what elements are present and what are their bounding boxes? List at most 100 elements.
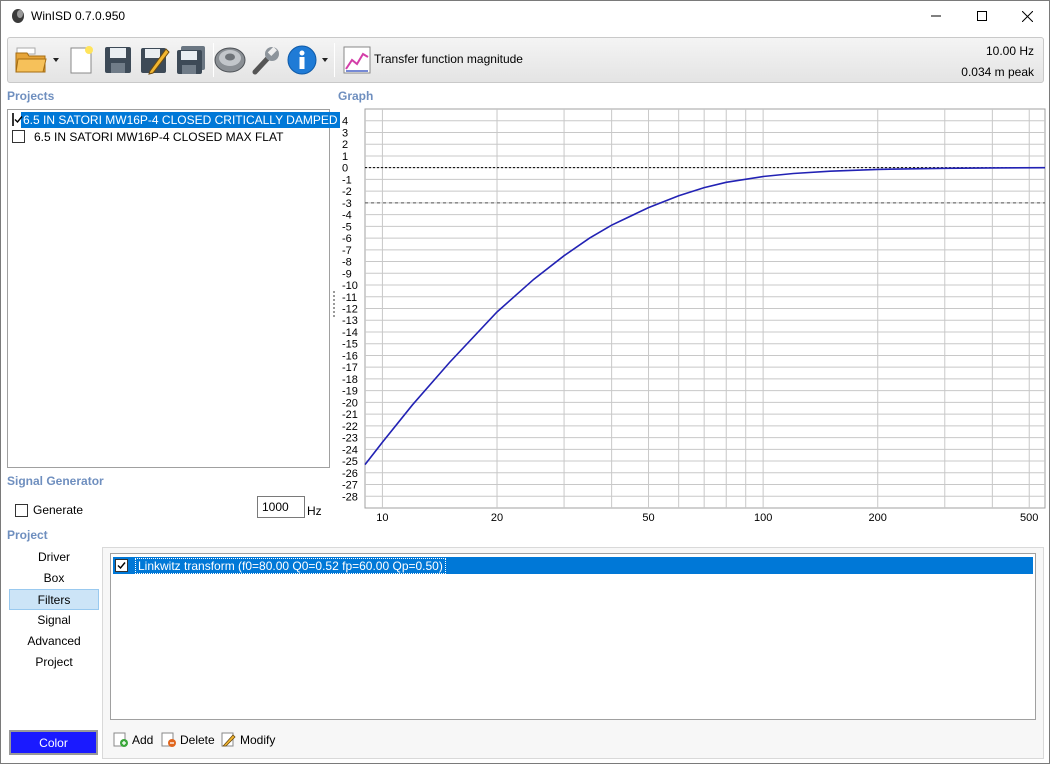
- nav-project[interactable]: Project: [9, 652, 99, 673]
- y-tick-label: -25: [342, 456, 358, 468]
- y-tick-label: -8: [342, 257, 352, 269]
- transfer-function-chart[interactable]: 43210-1-2-3-4-5-6-7-8-9-10-11-12-13-14-1…: [334, 101, 1046, 531]
- maximize-icon: [977, 11, 987, 21]
- x-tick-label: 100: [754, 512, 772, 524]
- driver-button[interactable]: [212, 42, 248, 78]
- x-tick-label: 200: [869, 512, 887, 524]
- y-tick-label: -19: [342, 386, 358, 398]
- graph-icon: [343, 46, 371, 74]
- graph-type-label[interactable]: Transfer function magnitude: [374, 52, 523, 66]
- checkmark-icon: [117, 562, 126, 570]
- y-tick-label: -16: [342, 350, 358, 362]
- save-button[interactable]: [100, 42, 136, 78]
- y-tick-label: 2: [342, 139, 348, 151]
- y-tick-label: -18: [342, 374, 358, 386]
- project-name: 6.5 IN SATORI MW16P-4 CLOSED MAX FLAT: [34, 129, 284, 144]
- project-checkbox[interactable]: [12, 130, 25, 143]
- delete-button[interactable]: Delete: [161, 732, 215, 747]
- y-tick-label: -13: [342, 315, 358, 327]
- y-tick-label: -21: [342, 409, 358, 421]
- driver-icon: [214, 47, 246, 73]
- nav-box[interactable]: Box: [9, 568, 99, 589]
- project-item[interactable]: 6.5 IN SATORI MW16P-4 CLOSED MAX FLAT: [10, 128, 328, 145]
- projects-list[interactable]: 6.5 IN SATORI MW16P-4 CLOSED CRITICALLY …: [7, 109, 341, 468]
- filter-checkbox[interactable]: [115, 559, 128, 572]
- generate-checkbox-row[interactable]: Generate: [15, 503, 83, 517]
- y-tick-label: -22: [342, 421, 358, 433]
- cursor-value: 0.034 m peak: [961, 65, 1034, 79]
- signal-generator-label: Signal Generator: [7, 474, 104, 488]
- filters-list[interactable]: Linkwitz transform (f0=80.00 Q0=0.52 fp=…: [110, 553, 1036, 720]
- close-button[interactable]: [1004, 1, 1050, 31]
- y-tick-label: -15: [342, 339, 358, 351]
- minimize-icon: [931, 15, 941, 17]
- save-all-button[interactable]: [174, 42, 210, 78]
- project-item[interactable]: 6.5 IN SATORI MW16P-4 CLOSED CRITICALLY …: [10, 110, 341, 129]
- modify-icon: [221, 732, 236, 747]
- close-icon: [1021, 10, 1033, 22]
- info-icon: [287, 45, 317, 75]
- project-nav: Driver Box Filters Signal Advanced Proje…: [9, 547, 99, 673]
- y-tick-label: -12: [342, 304, 358, 316]
- delete-icon: [161, 732, 176, 747]
- new-button[interactable]: [63, 42, 99, 78]
- y-tick-label: -20: [342, 397, 358, 409]
- color-button[interactable]: Color: [9, 730, 98, 755]
- edit-save-icon: [141, 48, 170, 75]
- open-button[interactable]: [13, 42, 49, 78]
- wrench-button[interactable]: [248, 42, 284, 78]
- frequency-unit: Hz: [307, 504, 322, 518]
- info-dropdown-icon[interactable]: [321, 56, 329, 64]
- add-button[interactable]: Add: [113, 732, 153, 747]
- y-tick-label: -26: [342, 468, 358, 480]
- new-icon: [70, 46, 93, 74]
- y-tick-label: -27: [342, 480, 358, 492]
- modify-label: Modify: [240, 732, 276, 747]
- y-tick-label: -23: [342, 433, 358, 445]
- y-tick-label: -4: [342, 210, 352, 222]
- project-checkbox[interactable]: [12, 113, 23, 126]
- y-tick-label: -5: [342, 221, 352, 233]
- filter-label: Linkwitz transform (f0=80.00 Q0=0.52 fp=…: [135, 557, 446, 574]
- nav-advanced[interactable]: Advanced: [9, 631, 99, 652]
- nav-signal[interactable]: Signal: [9, 610, 99, 631]
- toolbar-separator: [334, 43, 335, 77]
- y-tick-label: -7: [342, 245, 352, 257]
- x-tick-label: 10: [376, 512, 388, 524]
- y-tick-label: 4: [342, 116, 348, 128]
- info-button[interactable]: [284, 42, 320, 78]
- minimize-button[interactable]: [913, 1, 959, 31]
- filter-item[interactable]: Linkwitz transform (f0=80.00 Q0=0.52 fp=…: [113, 557, 1033, 574]
- open-dropdown-icon[interactable]: [52, 56, 60, 64]
- delete-label: Delete: [180, 732, 215, 747]
- y-tick-label: -6: [342, 233, 352, 245]
- nav-filters[interactable]: Filters: [9, 589, 99, 610]
- graph-type-button[interactable]: [339, 42, 375, 78]
- title-bar: WinISD 0.7.0.950: [1, 1, 1049, 31]
- open-icon: [15, 47, 47, 73]
- x-tick-label: 20: [491, 512, 503, 524]
- frequency-input[interactable]: [257, 496, 305, 518]
- save-icon: [105, 47, 131, 73]
- y-tick-label: -17: [342, 362, 358, 374]
- wrench-icon: [252, 46, 279, 75]
- modify-button[interactable]: Modify: [221, 732, 275, 747]
- nav-driver[interactable]: Driver: [9, 547, 99, 568]
- y-tick-label: -24: [342, 444, 358, 456]
- window-title: WinISD 0.7.0.950: [31, 9, 126, 23]
- edit-save-button[interactable]: [137, 42, 173, 78]
- y-tick-label: -11: [342, 292, 357, 304]
- add-label: Add: [132, 732, 154, 747]
- project-name: 6.5 IN SATORI MW16P-4 CLOSED CRITICALLY …: [20, 110, 341, 129]
- app-icon: [12, 9, 24, 23]
- project-section-label: Project: [7, 528, 48, 542]
- checkmark-icon: [14, 116, 23, 124]
- y-tick-label: 3: [342, 127, 348, 139]
- save-all-icon: [177, 46, 205, 74]
- maximize-button[interactable]: [959, 1, 1005, 31]
- y-tick-label: 0: [342, 163, 348, 175]
- app-window: WinISD 0.7.0.950 Transfer function magni…: [0, 0, 1050, 764]
- generate-label: Generate: [33, 503, 84, 517]
- y-tick-label: -2: [342, 186, 352, 198]
- generate-checkbox[interactable]: [15, 503, 28, 517]
